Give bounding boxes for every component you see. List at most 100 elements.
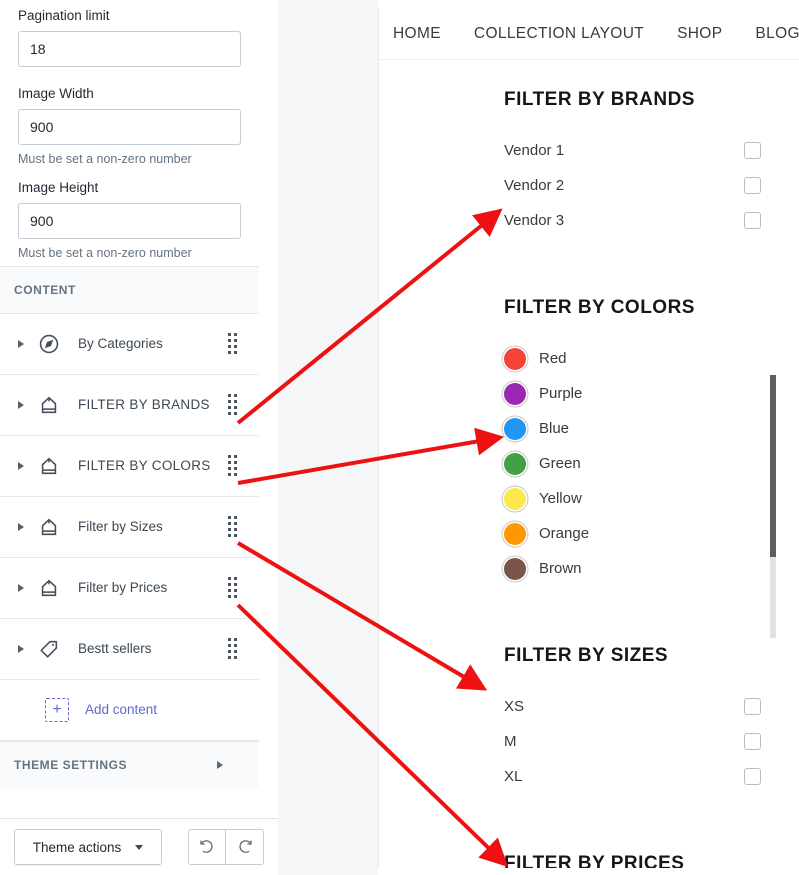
color-swatch-green[interactable] [504, 452, 526, 475]
chevron-right-icon [217, 761, 223, 770]
color-swatch-blue[interactable] [504, 417, 526, 440]
section-header-theme-settings[interactable]: THEME SETTINGS [0, 740, 259, 789]
color-option-row[interactable]: Green [504, 446, 799, 481]
preview-list-sizes: XS M XL [379, 667, 799, 794]
redo-button[interactable] [226, 829, 264, 865]
field-image-width: Image Width 900 Must be set a non-zero n… [0, 78, 259, 172]
filter-option-row[interactable]: Vendor 1 [504, 133, 799, 168]
theme-actions-button[interactable]: Theme actions [14, 829, 162, 865]
color-swatch-orange[interactable] [504, 522, 526, 545]
filter-option-label: XS [504, 698, 525, 715]
color-option-label: Red [539, 350, 567, 367]
checkbox[interactable] [744, 142, 761, 159]
filter-tag-icon [34, 575, 64, 601]
filter-option-label: M [504, 733, 517, 750]
app-root: Pagination limit 18 Image Width 900 Must… [0, 0, 799, 875]
checkbox[interactable] [744, 212, 761, 229]
filter-option-label: Vendor 1 [504, 142, 565, 159]
preview-heading-filter-by-prices: FILTER BY PRICES [504, 853, 685, 868]
nav-link-blog[interactable]: BLOG [755, 25, 799, 43]
expand-caret-icon[interactable] [8, 400, 34, 409]
color-swatch-brown[interactable] [504, 557, 526, 580]
compass-icon [34, 331, 64, 357]
input-image-width[interactable]: 900 [18, 108, 241, 145]
checkbox[interactable] [744, 768, 761, 785]
filter-option-row[interactable]: Vendor 2 [504, 168, 799, 203]
input-image-height[interactable]: 900 [18, 202, 241, 239]
sidebar-item-bestt-sellers[interactable]: Bestt sellers [0, 618, 259, 680]
preview-list-brands: Vendor 1 Vendor 2 Vendor 3 [379, 111, 799, 238]
sidebar-item-filter-by-brands[interactable]: FILTER BY BRANDS [0, 374, 259, 436]
drag-handle[interactable] [219, 638, 245, 660]
drag-handle[interactable] [219, 333, 245, 355]
drag-handle[interactable] [219, 394, 245, 416]
input-pagination-limit[interactable]: 18 [18, 30, 241, 67]
color-swatch-red[interactable] [504, 347, 526, 370]
add-square-icon: + [45, 697, 69, 722]
drag-handle[interactable] [219, 516, 245, 538]
add-content-button[interactable]: + Add content [0, 679, 259, 741]
color-option-row[interactable]: Purple [504, 376, 799, 411]
color-option-row[interactable]: Yellow [504, 481, 799, 516]
expand-caret-icon[interactable] [8, 461, 34, 470]
checkbox[interactable] [744, 177, 761, 194]
expand-caret-icon[interactable] [8, 583, 34, 592]
color-option-label: Green [539, 455, 581, 472]
color-option-row[interactable]: Orange [504, 516, 799, 551]
field-pagination-limit: Pagination limit 18 [0, 0, 259, 67]
field-image-height: Image Height 900 Must be set a non-zero … [0, 172, 259, 266]
color-option-label: Orange [539, 525, 590, 542]
sidebar-item-filter-by-prices[interactable]: Filter by Prices [0, 557, 259, 619]
nav-link-collection-layout[interactable]: COLLECTION LAYOUT [474, 25, 644, 43]
undo-redo-group [188, 829, 264, 865]
drag-handle[interactable] [219, 577, 245, 599]
expand-caret-icon[interactable] [8, 522, 34, 531]
field-label-image-height: Image Height [18, 179, 99, 195]
color-option-label: Purple [539, 385, 583, 402]
sidebar-item-filter-by-colors[interactable]: FILTER BY COLORS [0, 435, 259, 497]
sidebar-item-by-categories[interactable]: By Categories [0, 313, 259, 375]
help-image-height: Must be set a non-zero number [18, 245, 192, 260]
color-swatch-purple[interactable] [504, 382, 526, 405]
chevron-down-icon [135, 844, 144, 850]
editor-footer-bar: Theme actions [0, 818, 278, 875]
checkbox[interactable] [744, 698, 761, 715]
color-option-row[interactable]: Blue [504, 411, 799, 446]
preview-heading-filter-by-sizes: FILTER BY SIZES [504, 645, 669, 666]
preview-list-colors: Red Purple Blue Green Yellow Orange Brow… [379, 319, 799, 586]
filter-option-row[interactable]: XS [504, 689, 799, 724]
preview-heading-filter-by-colors: FILTER BY COLORS [504, 297, 695, 318]
section-title-theme-settings: THEME SETTINGS [14, 758, 128, 773]
nav-link-home[interactable]: HOME [393, 25, 441, 43]
filter-option-row[interactable]: Vendor 3 [504, 203, 799, 238]
checkbox[interactable] [744, 733, 761, 750]
sidebar-item-filter-by-sizes[interactable]: Filter by Sizes [0, 496, 259, 558]
color-option-label: Yellow [539, 490, 582, 507]
color-option-row[interactable]: Red [504, 341, 799, 376]
section-title-content: CONTENT [14, 282, 76, 297]
color-option-row[interactable]: Brown [504, 551, 799, 586]
theme-editor-sidebar: Pagination limit 18 Image Width 900 Must… [0, 0, 259, 875]
sidebar-item-label: Filter by Prices [78, 580, 168, 596]
drag-handle[interactable] [219, 455, 245, 477]
price-tag-icon [34, 636, 64, 662]
expand-caret-icon[interactable] [8, 644, 34, 653]
preview-heading-filter-by-brands: FILTER BY BRANDS [504, 89, 695, 110]
preview-scrollbar[interactable] [770, 375, 776, 638]
color-swatch-yellow[interactable] [504, 487, 526, 510]
sidebar-item-label: Filter by Sizes [78, 519, 163, 535]
nav-link-shop[interactable]: SHOP [677, 25, 722, 43]
preview-scrollbar-thumb[interactable] [770, 375, 776, 557]
filter-option-label: Vendor 2 [504, 177, 565, 194]
filter-option-row[interactable]: M [504, 724, 799, 759]
color-option-label: Blue [539, 420, 570, 437]
undo-button[interactable] [188, 829, 226, 865]
preview-navigation: HOME COLLECTION LAYOUT SHOP BLOG PA [379, 8, 799, 60]
field-label-pagination-limit: Pagination limit [18, 8, 110, 23]
sidebar-item-label: FILTER BY BRANDS [78, 397, 210, 413]
expand-caret-icon[interactable] [8, 339, 34, 348]
filter-tag-icon [34, 514, 64, 540]
filter-option-row[interactable]: XL [504, 759, 799, 794]
